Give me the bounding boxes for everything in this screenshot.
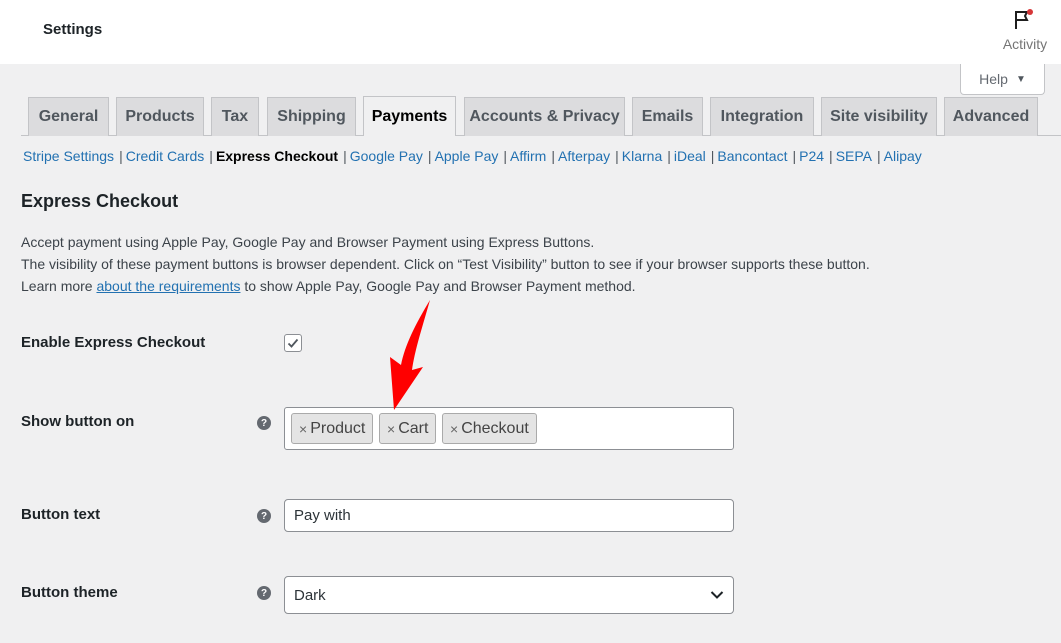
chip-checkout: × Checkout [442, 413, 537, 444]
subnav-bancontact[interactable]: Bancontact [717, 148, 787, 164]
subnav-separator: | [667, 148, 671, 164]
subnav-separator: | [829, 148, 833, 164]
subnav-separator: | [427, 148, 432, 164]
subnav-separator: | [877, 148, 881, 164]
tab-general[interactable]: General [28, 97, 109, 136]
tab-integration[interactable]: Integration [710, 97, 814, 136]
subnav-google-pay[interactable]: Google Pay [350, 148, 423, 164]
tab-accounts-privacy[interactable]: Accounts & Privacy [464, 97, 625, 136]
chip-remove-button[interactable]: × [450, 421, 458, 437]
help-tab-button[interactable]: Help ▼ [960, 64, 1045, 95]
button-text-value: Pay with [294, 507, 351, 524]
subnav-sepa[interactable]: SEPA [836, 148, 872, 164]
chip-cart: × Cart [379, 413, 437, 444]
enable-express-checkout-label: Enable Express Checkout [21, 334, 206, 351]
description-line: Accept payment using Apple Pay, Google P… [21, 234, 595, 250]
tab-tax[interactable]: Tax [211, 97, 259, 136]
tab-shipping[interactable]: Shipping [267, 97, 356, 136]
subnav-p24[interactable]: P24 [799, 148, 824, 164]
button-theme-select[interactable]: Dark [284, 576, 734, 614]
button-text-input[interactable]: Pay with [284, 499, 734, 532]
subnav-express-checkout-current: Express Checkout [215, 148, 339, 164]
enable-express-checkout-checkbox[interactable] [284, 334, 302, 352]
tab-site-visibility[interactable]: Site visibility [821, 97, 937, 136]
subnav-separator: | [209, 148, 213, 164]
subnav-separator: | [710, 148, 715, 164]
question-circle-icon[interactable]: ? [257, 586, 271, 600]
subnav-separator: | [119, 148, 123, 164]
chip-remove-button[interactable]: × [387, 421, 395, 437]
subnav-klarna[interactable]: Klarna [622, 148, 662, 164]
subnav-affirm[interactable]: Affirm [510, 148, 546, 164]
chip-product: × Product [291, 413, 374, 444]
subnav-afterpay[interactable]: Afterpay [558, 148, 610, 164]
subnav-separator: | [503, 148, 508, 164]
question-circle-icon[interactable]: ? [257, 416, 271, 430]
chip-label: Product [310, 419, 366, 437]
subnav-stripe-settings[interactable]: Stripe Settings [23, 148, 114, 164]
help-label: Help [979, 71, 1008, 87]
question-circle-icon[interactable]: ? [257, 509, 271, 523]
annotation-arrow-icon [390, 300, 430, 410]
activity-button[interactable]: Activity [995, 6, 1055, 58]
chip-label: Checkout [461, 419, 529, 437]
subnav-credit-cards[interactable]: Credit Cards [126, 148, 205, 164]
description-text: to show Apple Pay, Google Pay and Browse… [240, 278, 636, 294]
button-theme-label: Button theme [21, 584, 118, 601]
subnav-separator: | [615, 148, 619, 164]
description-line: The visibility of these payment buttons … [21, 256, 870, 272]
subnav-ideal[interactable]: iDeal [674, 148, 706, 164]
settings-tabs: General Products Tax Shipping Payments A… [21, 96, 1061, 136]
subnav-apple-pay[interactable]: Apple Pay [435, 148, 499, 164]
top-bar: Settings Activity [0, 0, 1061, 64]
show-button-on-label: Show button on [21, 413, 135, 430]
checkmark-icon [287, 338, 299, 348]
subnav-separator: | [343, 148, 347, 164]
tab-emails[interactable]: Emails [632, 97, 703, 136]
activity-label: Activity [1002, 36, 1048, 52]
caret-down-icon: ▼ [1015, 73, 1026, 85]
requirements-link[interactable]: about the requirements [96, 278, 240, 294]
section-title: Express Checkout [21, 191, 179, 211]
chevron-down-icon [710, 591, 724, 599]
subnav-separator: | [792, 148, 797, 164]
subnav-separator: | [551, 148, 555, 164]
payment-subnav: Stripe Settings | Credit Cards | Express Che… [23, 148, 922, 164]
button-theme-value: Dark [294, 586, 326, 604]
page-title: Settings [43, 21, 103, 38]
description-text: Learn more [21, 278, 97, 294]
tab-products[interactable]: Products [116, 97, 204, 136]
section-description: Accept payment using Apple Pay, Google P… [21, 231, 870, 297]
subnav-alipay[interactable]: Alipay [884, 148, 922, 164]
tab-payments[interactable]: Payments [363, 96, 456, 136]
show-button-on-multiselect[interactable]: × Product × Cart × Checkout [284, 407, 734, 450]
button-text-label: Button text [21, 506, 101, 523]
flag-icon [1015, 9, 1033, 29]
tab-advanced[interactable]: Advanced [944, 97, 1038, 136]
chip-label: Cart [398, 419, 429, 437]
description-line: Learn more about the requirements to sho… [21, 275, 870, 297]
chip-remove-button[interactable]: × [299, 421, 307, 437]
